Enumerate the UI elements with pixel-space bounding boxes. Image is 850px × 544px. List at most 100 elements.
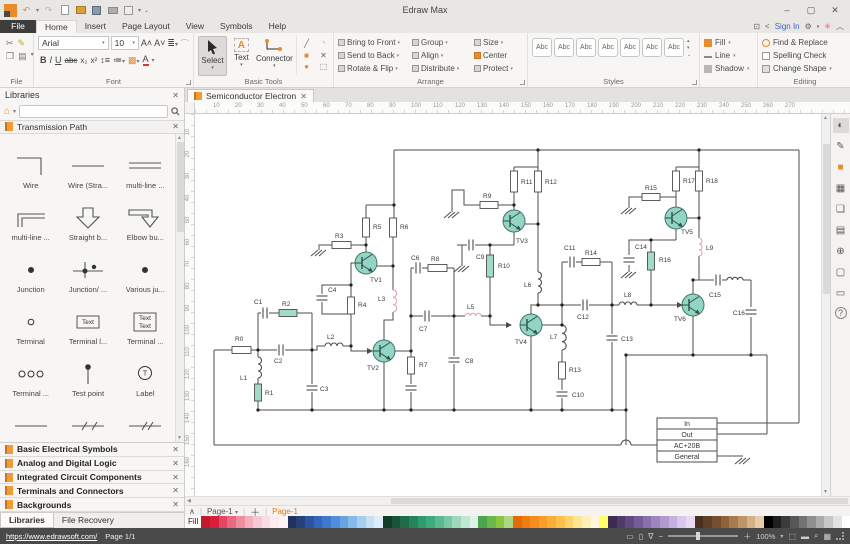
pagebar-collapse-icon[interactable]: ∧ [189, 507, 195, 516]
clear-format-icon[interactable]: ⌒ [180, 37, 189, 50]
color-swatch-31[interactable] [461, 516, 470, 528]
font-color-icon[interactable]: A [143, 54, 149, 66]
color-swatch-15[interactable] [322, 516, 331, 528]
fill-icon[interactable]: ■ [833, 160, 849, 175]
color-swatch-21[interactable] [374, 516, 383, 528]
color-swatch-63[interactable] [738, 516, 747, 528]
color-swatch-51[interactable] [634, 516, 643, 528]
library-section-integrated-circuit-components[interactable]: Integrated Circuit Components✕ [0, 471, 184, 485]
color-swatch-72[interactable] [816, 516, 825, 528]
library-section-terminals-and-connectors[interactable]: Terminals and Connectors✕ [0, 484, 184, 498]
color-swatch-39[interactable] [530, 516, 539, 528]
zoom-caret-icon[interactable]: ▾ [780, 533, 783, 540]
transistor-TV5[interactable] [665, 207, 687, 229]
save-icon[interactable] [90, 4, 103, 16]
color-swatch-11[interactable] [288, 516, 297, 528]
styles-scroll-arrows[interactable]: ▴▾⌄ [687, 38, 691, 58]
scroll-up-icon[interactable]: ▲ [177, 135, 182, 141]
settings-caret-icon[interactable]: ▾ [817, 24, 820, 30]
color-swatch-25[interactable] [409, 516, 418, 528]
style-icon[interactable]: ✎ [833, 139, 849, 154]
color-swatch-24[interactable] [400, 516, 409, 528]
color-swatch-2[interactable] [210, 516, 219, 528]
color-swatch-16[interactable] [331, 516, 340, 528]
library-item-wire[interactable]: Wire [2, 138, 59, 190]
delete-tool-icon[interactable]: ✕ [318, 51, 329, 61]
new-document-icon[interactable] [58, 4, 71, 16]
device-preview-icon[interactable]: ▭ [626, 532, 634, 541]
transistor-TV1[interactable] [355, 252, 377, 274]
library-item-multi-line[interactable]: multi-line ... [117, 138, 174, 190]
style-preset-5[interactable]: Abc [620, 38, 640, 57]
library-item-terminal[interactable]: Terminal [2, 294, 59, 346]
color-swatch-35[interactable] [496, 516, 505, 528]
superscript-button[interactable]: x² [91, 56, 98, 65]
library-section-close-icon[interactable]: ✕ [172, 473, 179, 482]
paste-icon[interactable]: ▤ [18, 51, 27, 61]
resistor-R10[interactable] [487, 255, 494, 277]
color-swatch-18[interactable] [348, 516, 357, 528]
font-size-select[interactable]: 10▾ [111, 36, 139, 50]
color-swatch-49[interactable] [617, 516, 626, 528]
color-swatch-14[interactable] [314, 516, 323, 528]
resistor-R17[interactable] [673, 171, 680, 191]
find-replace-button[interactable]: Find & Replace [762, 36, 848, 49]
color-swatch-67[interactable] [773, 516, 782, 528]
library-section-analog-and-digital-logic[interactable]: Analog and Digital Logic✕ [0, 457, 184, 471]
page-selector[interactable]: Page-1 ▾ [207, 507, 238, 516]
zoom-slider[interactable] [668, 535, 738, 537]
library-search-input[interactable] [19, 105, 168, 118]
library-section-close-icon[interactable]: ✕ [172, 445, 179, 454]
line-button[interactable]: Line▾ [704, 49, 753, 62]
color-swatch-4[interactable] [227, 516, 236, 528]
resistor-R2[interactable] [279, 310, 297, 317]
library-section-basic-electrical-symbols[interactable]: Basic Electrical Symbols✕ [0, 443, 184, 457]
theme-icon[interactable]: ◐ [833, 118, 849, 133]
connector-table[interactable]: InOutAC+20BGeneral [657, 418, 717, 462]
color-swatch-74[interactable] [833, 516, 842, 528]
grow-font-icon[interactable]: A˄ [141, 38, 152, 48]
comment-icon[interactable]: ▭ [833, 286, 849, 301]
zoom-out-icon[interactable]: − [659, 532, 664, 541]
color-swatch-19[interactable] [357, 516, 366, 528]
sign-in-link[interactable]: Sign In [775, 22, 800, 31]
color-swatch-73[interactable] [824, 516, 833, 528]
transistor-TV6[interactable] [682, 294, 704, 316]
transistor-TV3[interactable] [503, 210, 525, 232]
drawing-canvas[interactable]: text{font-family:"Liberation Sans",sans-… [195, 114, 821, 496]
feedback-icon[interactable]: ⊡ [753, 22, 760, 31]
color-swatch-52[interactable] [643, 516, 652, 528]
maximize-button[interactable]: ▢ [800, 3, 822, 17]
color-swatch-29[interactable] [444, 516, 453, 528]
undo-caret-icon[interactable]: ▾ [36, 7, 39, 14]
close-button[interactable]: ✕ [824, 3, 846, 17]
resistor-R15[interactable] [642, 194, 660, 201]
align-icon[interactable]: ≣▾ [167, 38, 178, 49]
share-icon[interactable]: < [765, 22, 770, 31]
color-swatch-57[interactable] [686, 516, 695, 528]
attribute-icon[interactable]: ▢ [833, 265, 849, 280]
search-icon[interactable] [171, 107, 180, 116]
arrange-size[interactable]: Size▾ [474, 38, 526, 47]
library-home-caret-icon[interactable]: ▾ [13, 108, 16, 115]
resize-grip[interactable] [836, 532, 844, 540]
library-item-straight-b[interactable]: Straight b... [59, 190, 116, 242]
color-swatch-60[interactable] [712, 516, 721, 528]
vscroll-down-icon[interactable]: ▼ [823, 489, 828, 495]
style-preset-2[interactable]: Abc [554, 38, 574, 57]
fit-page-icon[interactable]: ⬚ [788, 532, 796, 541]
tab-file[interactable]: File [0, 20, 36, 33]
export-icon[interactable] [122, 4, 135, 16]
resistor-R13[interactable] [559, 362, 566, 379]
color-swatch-5[interactable] [236, 516, 245, 528]
library-item-transmiss[interactable]: Transmiss... [59, 398, 116, 442]
arrange-bring-to-front[interactable]: Bring to Front▾ [338, 38, 412, 47]
arrange-group[interactable]: Group▾ [412, 38, 474, 47]
color-swatch-27[interactable] [426, 516, 435, 528]
color-swatch-48[interactable] [608, 516, 617, 528]
shadow-icon[interactable]: ❏ [833, 202, 849, 217]
color-swatch-69[interactable] [790, 516, 799, 528]
text-tool-button[interactable]: A Text▾ [227, 36, 256, 76]
resistor-R6[interactable] [390, 218, 397, 237]
style-preset-3[interactable]: Abc [576, 38, 596, 57]
